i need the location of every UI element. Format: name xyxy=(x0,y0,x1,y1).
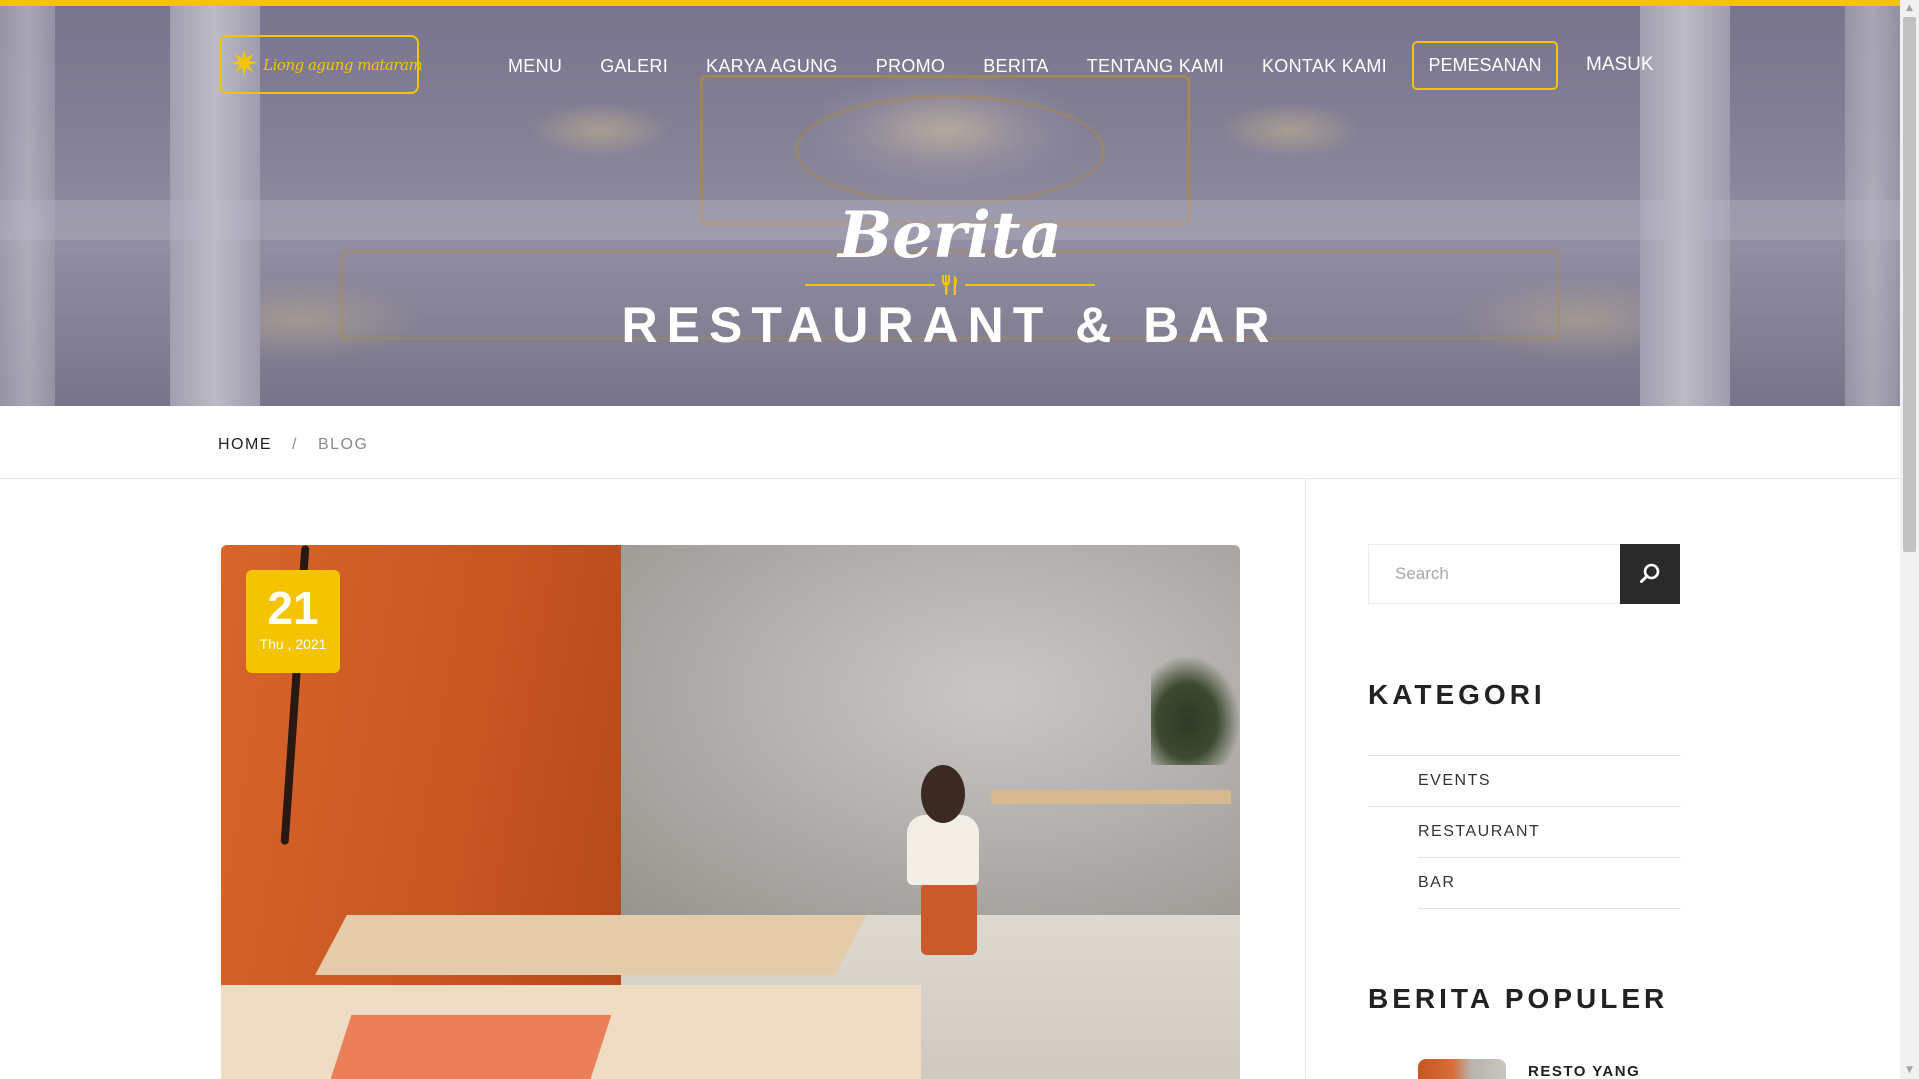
breadcrumb-separator: / xyxy=(292,436,298,453)
sidebar-divider xyxy=(1305,479,1306,1079)
divider-line xyxy=(805,284,935,286)
image-person xyxy=(901,765,991,955)
category-title: KATEGORI xyxy=(1368,679,1546,710)
popular-post-thumbnail xyxy=(1418,1059,1506,1079)
popular-title: BERITA POPULER xyxy=(1368,983,1669,1014)
sun-logo-icon: ✷ xyxy=(229,43,260,85)
nav-item-promo[interactable]: PROMO xyxy=(876,56,946,77)
image-table xyxy=(315,915,867,975)
image-placemat xyxy=(330,1015,612,1079)
nav-item-karya-agung[interactable]: KARYA AGUNG xyxy=(706,56,838,77)
main-nav: MENU GALERI KARYA AGUNG PROMO BERITA TEN… xyxy=(508,56,1425,77)
breadcrumb-current: BLOG xyxy=(317,436,369,453)
logo-text: Liong agung mataram xyxy=(263,55,423,74)
nav-item-menu[interactable]: MENU xyxy=(508,56,562,77)
post-date-badge: 21 Thu , 2021 xyxy=(246,570,340,673)
post-date-meta: Thu , 2021 xyxy=(259,636,327,652)
nav-item-galeri[interactable]: GALERI xyxy=(600,56,668,77)
breadcrumb-divider xyxy=(0,478,1900,479)
popular-post-title: RESTO YANG xyxy=(1528,1063,1641,1079)
post-featured-image[interactable] xyxy=(221,545,1240,1079)
image-table xyxy=(991,790,1231,804)
login-link[interactable]: MASUK xyxy=(1586,54,1654,76)
breadcrumb: HOME / BLOG xyxy=(218,436,368,454)
hero-divider xyxy=(805,273,1095,297)
search-button[interactable] xyxy=(1620,544,1680,604)
search-input[interactable] xyxy=(1369,545,1620,603)
scroll-down-icon[interactable]: ▼ xyxy=(1900,1062,1919,1079)
order-button[interactable]: PEMESANAN xyxy=(1412,41,1558,90)
nav-item-kontak-kami[interactable]: KONTAK KAMI xyxy=(1262,56,1387,77)
category-list: EVENTS RESTAURANT BAR xyxy=(1368,755,1681,909)
hero-title: Berita xyxy=(838,198,1062,273)
sidebar-search xyxy=(1368,544,1680,604)
page-scrollbar[interactable]: ▲ ▼ xyxy=(1900,0,1919,1079)
category-item-restaurant[interactable]: RESTAURANT xyxy=(1418,807,1681,858)
scroll-up-icon[interactable]: ▲ xyxy=(1900,0,1919,17)
category-item-events[interactable]: EVENTS xyxy=(1368,756,1681,807)
breadcrumb-home[interactable]: HOME xyxy=(218,436,272,454)
nav-item-tentang-kami[interactable]: TENTANG KAMI xyxy=(1087,56,1224,77)
top-accent-strip xyxy=(0,0,1900,6)
popular-post-item[interactable]: RESTO YANG xyxy=(1418,1059,1640,1079)
image-plant xyxy=(1151,655,1240,765)
nav-item-berita[interactable]: BERITA xyxy=(983,56,1048,77)
search-icon xyxy=(1639,562,1661,587)
category-item-bar[interactable]: BAR xyxy=(1418,858,1681,909)
post-date-day: 21 xyxy=(267,582,319,634)
scrollbar-thumb[interactable] xyxy=(1903,17,1916,552)
site-logo[interactable]: ✷ Liong agung mataram xyxy=(219,35,423,94)
hero-subtitle: RESTAURANT & BAR xyxy=(621,297,1279,353)
divider-line xyxy=(965,284,1095,286)
